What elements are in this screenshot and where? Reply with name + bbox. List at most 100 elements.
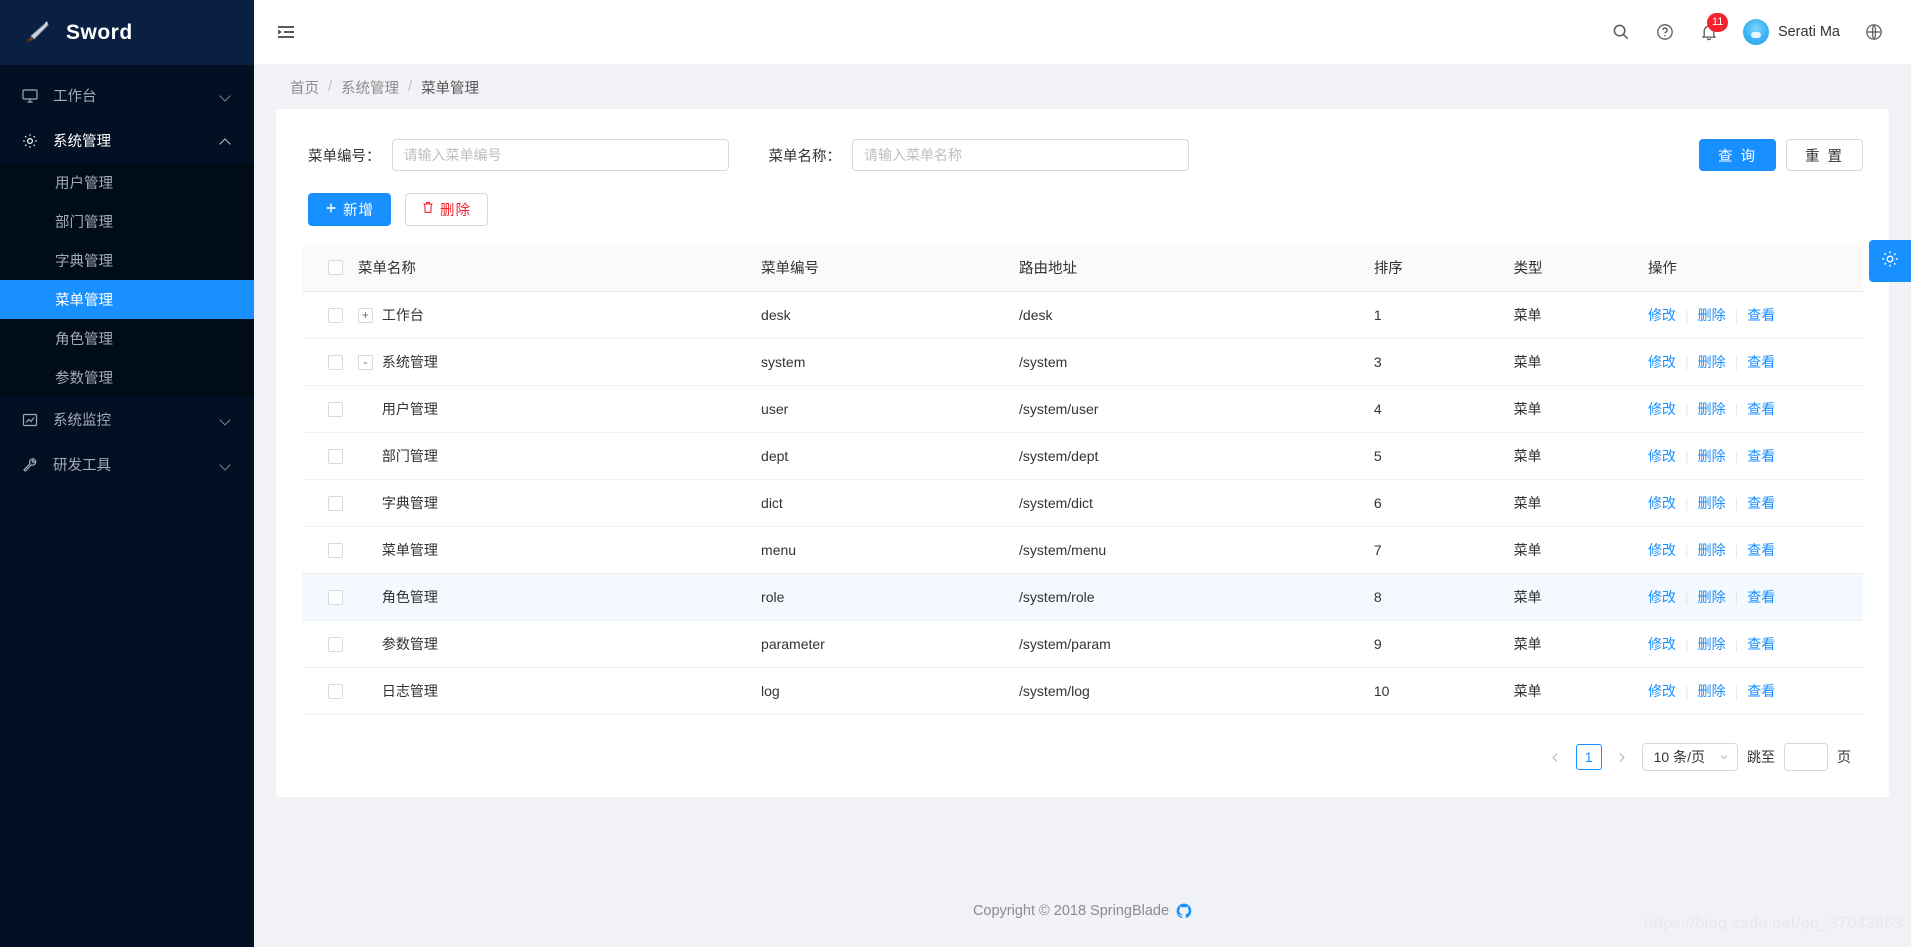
breadcrumb-item-system[interactable]: 系统管理 [341,77,399,98]
search-icon[interactable] [1611,22,1631,42]
app-logo[interactable]: Sword [0,0,254,65]
sidebar-item-param-management[interactable]: 参数管理 [0,358,254,397]
github-icon[interactable] [1176,903,1192,919]
view-link[interactable]: 查看 [1747,448,1775,464]
cell-sort: 1 [1374,292,1514,339]
row-checkbox[interactable] [328,496,343,511]
expand-row-icon[interactable]: + [358,308,373,323]
delete-link[interactable]: 删除 [1698,401,1726,417]
chevron-left-icon[interactable] [1545,744,1567,770]
avatar [1743,19,1769,45]
breadcrumb: 首页 / 系统管理 / 菜单管理 [254,65,1911,109]
view-link[interactable]: 查看 [1747,495,1775,511]
menu-fold-icon[interactable] [276,21,298,43]
table-row[interactable]: 日志管理log/system/log10菜单修改|删除|查看 [302,668,1863,715]
reset-button[interactable]: 重 置 [1786,139,1863,171]
edit-link[interactable]: 修改 [1648,683,1676,699]
breadcrumb-item-home[interactable]: 首页 [290,77,319,98]
delete-link[interactable]: 删除 [1698,683,1726,699]
user-menu[interactable]: Serati Ma [1743,19,1840,45]
cell-route-path: /system/param [1019,621,1374,668]
view-link[interactable]: 查看 [1747,307,1775,323]
view-link[interactable]: 查看 [1747,636,1775,652]
add-button[interactable]: 新增 [308,193,391,226]
collapse-row-icon[interactable]: - [358,355,373,370]
row-checkbox[interactable] [328,637,343,652]
view-link[interactable]: 查看 [1747,401,1775,417]
delete-link[interactable]: 删除 [1698,495,1726,511]
view-link[interactable]: 查看 [1747,683,1775,699]
menu-name-input[interactable] [852,139,1189,171]
edit-link[interactable]: 修改 [1648,636,1676,652]
sidebar-item-menu-management[interactable]: 菜单管理 [0,280,254,319]
delete-link[interactable]: 删除 [1698,354,1726,370]
ops-divider: | [1735,307,1739,323]
table-row[interactable]: -系统管理system/system3菜单修改|删除|查看 [302,339,1863,386]
view-link[interactable]: 查看 [1747,589,1775,605]
table-row[interactable]: 用户管理user/system/user4菜单修改|删除|查看 [302,386,1863,433]
edit-link[interactable]: 修改 [1648,589,1676,605]
settings-fab-button[interactable] [1869,240,1911,282]
query-button[interactable]: 查 询 [1699,139,1776,171]
row-checkbox[interactable] [328,590,343,605]
edit-link[interactable]: 修改 [1648,354,1676,370]
table-row[interactable]: 字典管理dict/system/dict6菜单修改|删除|查看 [302,480,1863,527]
sidebar-item-role-management[interactable]: 角色管理 [0,319,254,358]
edit-link[interactable]: 修改 [1648,307,1676,323]
row-checkbox[interactable] [328,308,343,323]
edit-link[interactable]: 修改 [1648,495,1676,511]
form-item-menu-name: 菜单名称： [769,139,1190,171]
sidebar-item-monitor[interactable]: 系统监控 [0,397,254,442]
chevron-down-icon [1719,749,1729,765]
trash-icon [422,201,434,218]
table-row[interactable]: 部门管理dept/system/dept5菜单修改|删除|查看 [302,433,1863,480]
question-circle-icon[interactable] [1655,22,1675,42]
sidebar-item-workbench[interactable]: 工作台 [0,73,254,118]
jump-page-input[interactable] [1784,743,1828,771]
sidebar-item-dict-management[interactable]: 字典管理 [0,241,254,280]
ops-divider: | [1685,589,1689,605]
select-all-checkbox[interactable] [328,260,343,275]
cell-menu-name: 字典管理 [358,480,761,527]
table-row[interactable]: 参数管理parameter/system/param9菜单修改|删除|查看 [302,621,1863,668]
delete-link[interactable]: 删除 [1698,307,1726,323]
table-row[interactable]: +工作台desk/desk1菜单修改|删除|查看 [302,292,1863,339]
sidebar-item-devtools[interactable]: 研发工具 [0,442,254,487]
cell-sort: 8 [1374,574,1514,621]
row-select-cell [302,574,358,621]
row-checkbox[interactable] [328,449,343,464]
column-header-name: 菜单名称 [358,244,761,292]
menu-name-text: 工作台 [382,305,424,325]
edit-link[interactable]: 修改 [1648,542,1676,558]
view-link[interactable]: 查看 [1747,542,1775,558]
row-checkbox[interactable] [328,355,343,370]
sidebar-item-system[interactable]: 系统管理 [0,118,254,163]
delete-link[interactable]: 删除 [1698,636,1726,652]
row-checkbox[interactable] [328,402,343,417]
delete-link[interactable]: 删除 [1698,448,1726,464]
chevron-down-icon [220,459,232,471]
row-checkbox[interactable] [328,684,343,699]
chevron-right-icon[interactable] [1611,744,1633,770]
view-link[interactable]: 查看 [1747,354,1775,370]
menu-code-input[interactable] [392,139,729,171]
monitor-icon [22,88,44,104]
table-header-row: 菜单名称 菜单编号 路由地址 排序 类型 操作 [302,244,1863,292]
row-checkbox[interactable] [328,543,343,558]
globe-icon[interactable] [1864,22,1884,42]
table-row[interactable]: 角色管理role/system/role8菜单修改|删除|查看 [302,574,1863,621]
pagination: 1 10 条/页 跳至 页 [302,715,1863,777]
sidebar-item-dept-management[interactable]: 部门管理 [0,202,254,241]
edit-link[interactable]: 修改 [1648,448,1676,464]
delete-link[interactable]: 删除 [1698,542,1726,558]
edit-link[interactable]: 修改 [1648,401,1676,417]
row-select-cell [302,480,358,527]
sidebar-item-user-management[interactable]: 用户管理 [0,163,254,202]
sidebar-subitem-label: 部门管理 [55,211,113,232]
delete-link[interactable]: 删除 [1698,589,1726,605]
page-number-1[interactable]: 1 [1576,744,1602,770]
delete-button[interactable]: 删除 [405,193,488,226]
page-size-select[interactable]: 10 条/页 [1642,743,1738,771]
table-row[interactable]: 菜单管理menu/system/menu7菜单修改|删除|查看 [302,527,1863,574]
bell-icon[interactable]: 11 [1699,22,1719,42]
